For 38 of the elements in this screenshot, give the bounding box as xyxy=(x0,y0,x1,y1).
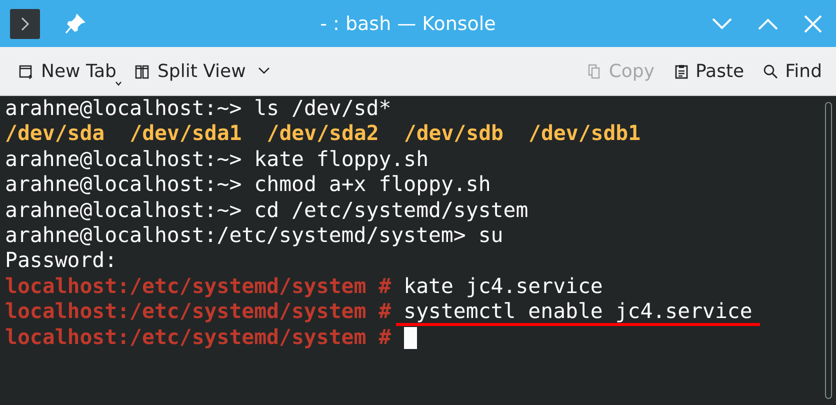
paste-icon xyxy=(672,62,690,80)
shell-prompt: arahne@localhost:~> xyxy=(5,146,242,172)
toolbar-button[interactable]: Paste xyxy=(666,56,750,86)
shell-prompt: arahne@localhost:~> xyxy=(5,198,242,223)
shell-prompt: localhost:/etc/systemd/system # xyxy=(5,324,392,350)
device-path: /dev/sdb xyxy=(404,121,504,147)
command-text: su xyxy=(478,222,504,248)
caret-icon xyxy=(115,80,122,86)
shell-prompt: localhost:/etc/systemd/system # xyxy=(5,299,392,325)
device-path: /dev/sdb1 xyxy=(528,121,641,147)
shell-prompt: arahne@localhost:/etc/systemd/system> xyxy=(5,222,466,248)
pin-icon[interactable] xyxy=(64,12,86,34)
split-view-icon xyxy=(134,62,152,80)
shell-prompt: arahne@localhost:~> xyxy=(5,172,242,198)
command-text: kate floppy.sh xyxy=(254,146,429,172)
window-title: - : bash — Konsole xyxy=(319,12,497,34)
maximize-icon[interactable] xyxy=(758,18,778,30)
device-path: /dev/sda2 xyxy=(266,121,379,147)
command-text: systemctl enable jc4.service xyxy=(396,299,760,326)
device-path: /dev/sda1 xyxy=(130,121,242,147)
shell-prompt: arahne@localhost:~> xyxy=(5,96,242,122)
close-icon[interactable] xyxy=(804,14,822,32)
toolbar-button[interactable]: Find xyxy=(756,56,828,86)
toolbar-button[interactable]: New Tab xyxy=(12,56,122,86)
app-icon[interactable] xyxy=(10,8,40,38)
chevron-icon xyxy=(258,67,270,75)
command-text: chmod a+x floppy.sh xyxy=(254,172,491,198)
toolbar-button[interactable]: Split View xyxy=(128,56,276,86)
device-path: /dev/sda xyxy=(5,121,105,147)
minimize-icon[interactable] xyxy=(712,18,732,30)
command-text: kate jc4.service xyxy=(404,274,603,300)
shell-prompt: localhost:/etc/systemd/system # xyxy=(5,274,392,300)
new-tab-icon xyxy=(18,62,35,80)
scrollbar[interactable] xyxy=(825,102,832,399)
search-icon xyxy=(762,62,780,80)
command-text: cd /etc/systemd/system xyxy=(254,198,528,223)
output-text: Password: xyxy=(5,248,118,274)
command-text: ls /dev/sd* xyxy=(254,96,392,122)
